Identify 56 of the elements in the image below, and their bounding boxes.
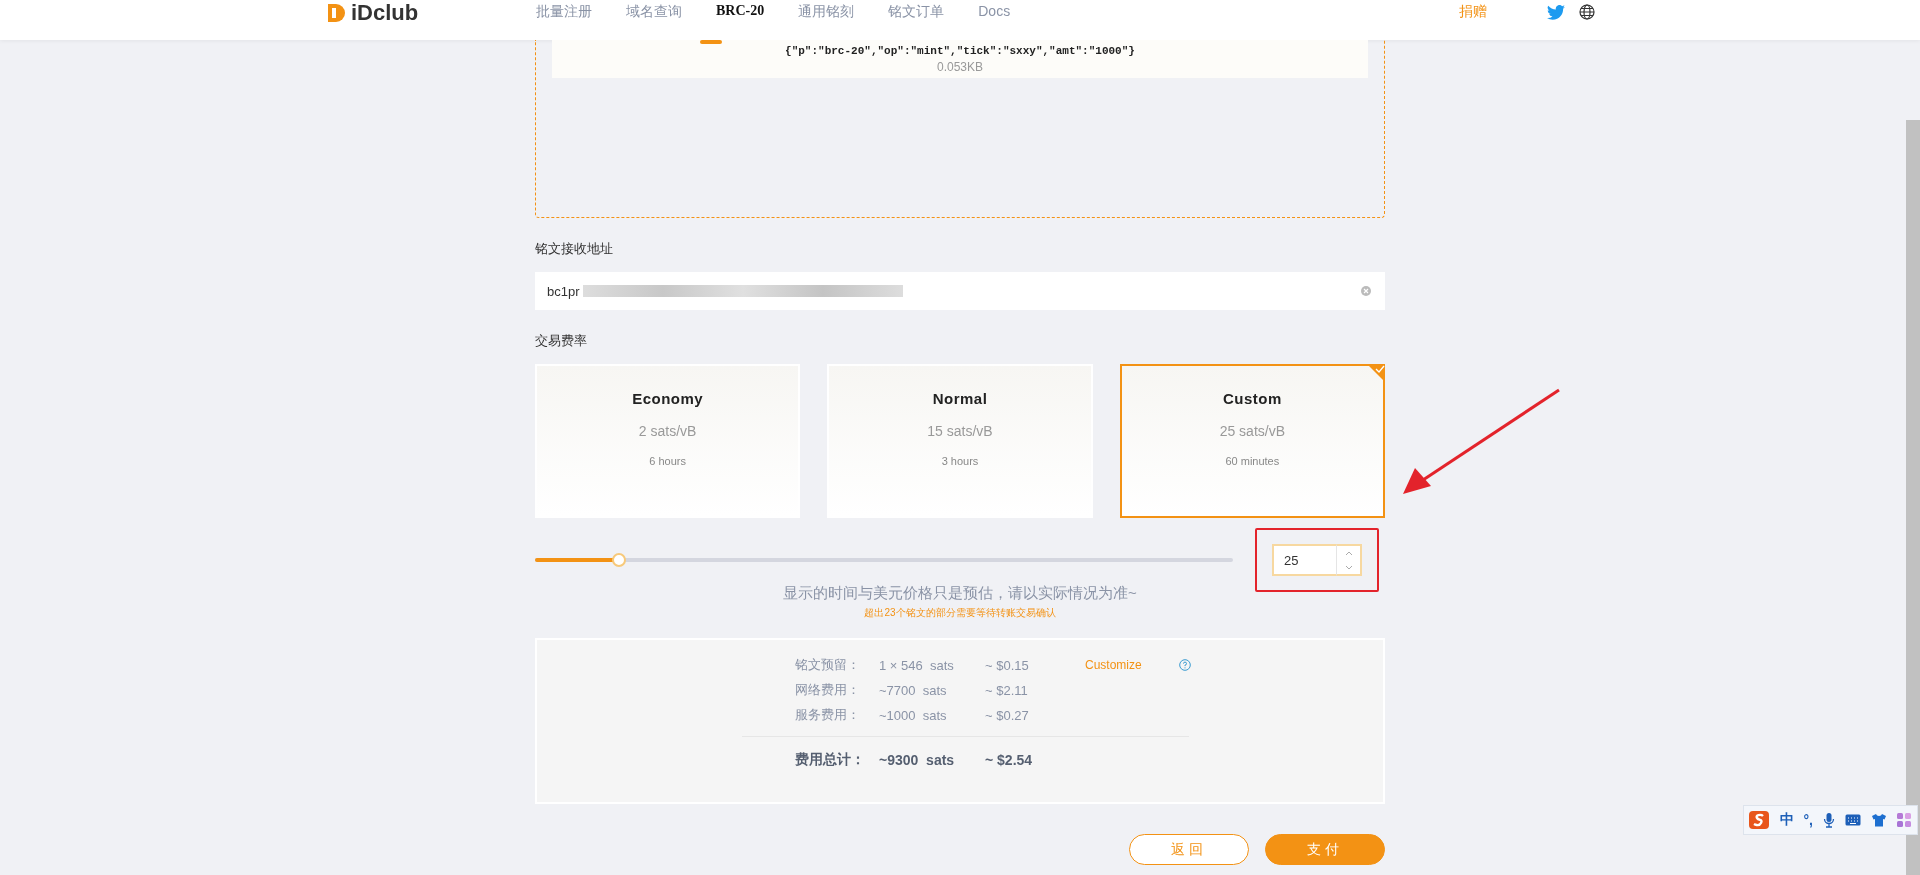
fee-option-card[interactable]: Normal 15 sats/vB 3 hours xyxy=(827,364,1093,518)
nav-link[interactable]: BRC-20 xyxy=(716,3,765,21)
nav-link[interactable]: 铭文订单 xyxy=(888,3,945,21)
grid-icon[interactable] xyxy=(1897,813,1911,827)
inscription-content: {"p":"brc-20","op":"mint","tick":"sxxy","amt":"1000"} xyxy=(785,44,1135,58)
fee-option-rate: 15 sats/vB xyxy=(927,423,993,439)
help-icon[interactable] xyxy=(1179,659,1191,671)
ime-logo-icon[interactable] xyxy=(1747,810,1770,830)
logo-text: iDclub xyxy=(351,0,419,26)
nav-link[interactable]: 批量注册 xyxy=(536,3,592,21)
fee-option-time: 60 minutes xyxy=(1225,455,1280,467)
ime-button[interactable]: °, xyxy=(1803,812,1813,828)
donate-link[interactable]: 捐赠 xyxy=(1459,3,1487,21)
fee-option-time: 6 hours xyxy=(649,455,686,467)
pay-button[interactable]: 支付 xyxy=(1265,834,1385,865)
total-label: 费用总计： xyxy=(795,751,866,769)
fee-option-name: Normal xyxy=(932,390,988,407)
address-label: 铭文接收地址 xyxy=(535,240,614,258)
globe-icon[interactable] xyxy=(1579,4,1595,20)
fee-option-rate: 2 sats/vB xyxy=(638,423,697,439)
fee-amount: ~1000 sats xyxy=(879,707,948,723)
fee-option-rate: 25 sats/vB xyxy=(1219,423,1285,439)
ime-button[interactable]: 中 xyxy=(1779,811,1794,829)
fee-option-card[interactable]: Economy 2 sats/vB 6 hours xyxy=(535,364,801,518)
shirt-icon[interactable] xyxy=(1871,813,1887,827)
nav-link[interactable]: Docs xyxy=(978,3,1011,21)
fee-usd: ~ $2.11 xyxy=(985,682,1029,698)
fee-label: 铭文预留： xyxy=(795,656,861,674)
fee-label: 交易费率 xyxy=(535,332,588,350)
back-button[interactable]: 返回 xyxy=(1129,834,1249,865)
estimate-note: 显示的时间与美元价格只是预估，请以实际情况为准~ xyxy=(782,584,1138,603)
fee-usd: ~ $0.15 xyxy=(985,657,1030,673)
clear-icon[interactable] xyxy=(1361,286,1371,296)
fee-usd: ~ $0.27 xyxy=(985,707,1030,723)
inscription-size: 0.053KB xyxy=(936,60,983,74)
fee-amount: ~7700 sats xyxy=(879,682,948,698)
fee-option-time: 3 hours xyxy=(941,455,979,467)
customize-link[interactable]: Customize xyxy=(1085,658,1179,672)
scrollbar[interactable] xyxy=(1906,120,1920,875)
warning-note: 超出23个铭文的部分需要等待转账交易确认 xyxy=(863,606,1057,620)
nav-link[interactable]: 通用铭刻 xyxy=(798,3,855,21)
bird-icon[interactable] xyxy=(1547,4,1565,20)
slider-handle[interactable] xyxy=(611,553,626,567)
fee-amount: 1 × 546 sats xyxy=(879,657,955,673)
microphone-icon[interactable] xyxy=(1823,812,1835,828)
total-usd: ~ $2.54 xyxy=(985,752,1034,768)
fee-rate-input[interactable]: 25 xyxy=(1272,544,1336,576)
total-amount: ~9300 sats xyxy=(879,752,956,768)
fee-label: 服务费用： xyxy=(795,706,861,724)
fee-option-card[interactable]: Custom 25 sats/vB 60 minutes xyxy=(1119,364,1385,518)
fee-option-name: Custom xyxy=(1222,390,1282,407)
check-corner-icon xyxy=(1367,364,1385,382)
fee-label: 网络费用： xyxy=(795,681,861,699)
keyboard-icon[interactable] xyxy=(1845,814,1861,826)
nav-link[interactable]: 域名查询 xyxy=(626,3,682,21)
fee-option-name: Economy xyxy=(632,390,704,407)
